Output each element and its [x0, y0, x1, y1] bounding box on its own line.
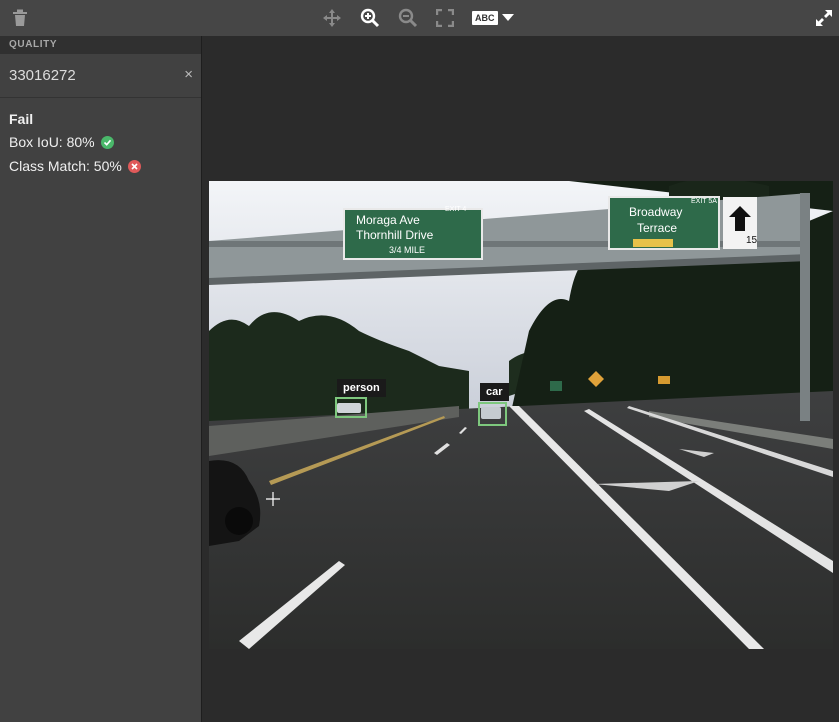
sign-left-line2: Thornhill Drive [356, 228, 434, 242]
sidebar: QUALITY 33016272 × Fail Box IoU: 80% Cla… [0, 36, 202, 722]
road-image[interactable]: Moraga Ave Thornhill Drive 3/4 MILE EXIT… [209, 181, 833, 649]
chevron-down-icon[interactable] [502, 14, 514, 21]
trash-icon[interactable] [10, 8, 30, 28]
sign-left-line3: 3/4 MILE [389, 245, 425, 255]
bounding-box-person[interactable] [335, 397, 367, 418]
annotation-label-person: person [337, 379, 386, 397]
fit-screen-icon[interactable] [435, 8, 455, 28]
section-header: QUALITY [0, 36, 201, 54]
annotation-label-car: car [480, 383, 509, 401]
item-id-row: 33016272 × [0, 54, 201, 98]
check-icon [100, 135, 114, 149]
metric-label: Class Match: 50% [9, 158, 122, 174]
label-toggle-icon[interactable]: ABC [472, 11, 498, 25]
sign-left-exit: EXIT 4 [445, 206, 466, 213]
zoom-in-icon[interactable] [360, 8, 380, 28]
item-id: 33016272 [9, 67, 76, 84]
expand-icon[interactable] [814, 8, 834, 28]
sign-right-exit: EXIT 5A [691, 198, 717, 205]
metric-class-match: Class Match: 50% [9, 158, 201, 174]
quality-panel: Fail Box IoU: 80% Class Match: 50% [0, 98, 201, 174]
sign-right-line2: Terrace [637, 221, 677, 235]
bounding-box-car[interactable] [478, 402, 507, 426]
sign-left-line1: Moraga Ave [356, 213, 420, 227]
metric-label: Box IoU: 80% [9, 134, 95, 150]
x-icon [127, 159, 141, 173]
zoom-out-icon[interactable] [398, 8, 418, 28]
sign-right-line1: Broadway [629, 205, 682, 219]
sign-right-route: 15 [746, 235, 758, 246]
metric-box-iou: Box IoU: 80% [9, 134, 201, 150]
move-icon[interactable] [322, 8, 342, 28]
close-icon[interactable]: × [184, 66, 193, 83]
quality-status: Fail [9, 111, 34, 127]
toolbar: ABC [0, 0, 839, 36]
crosshair-cursor-icon [266, 492, 280, 506]
